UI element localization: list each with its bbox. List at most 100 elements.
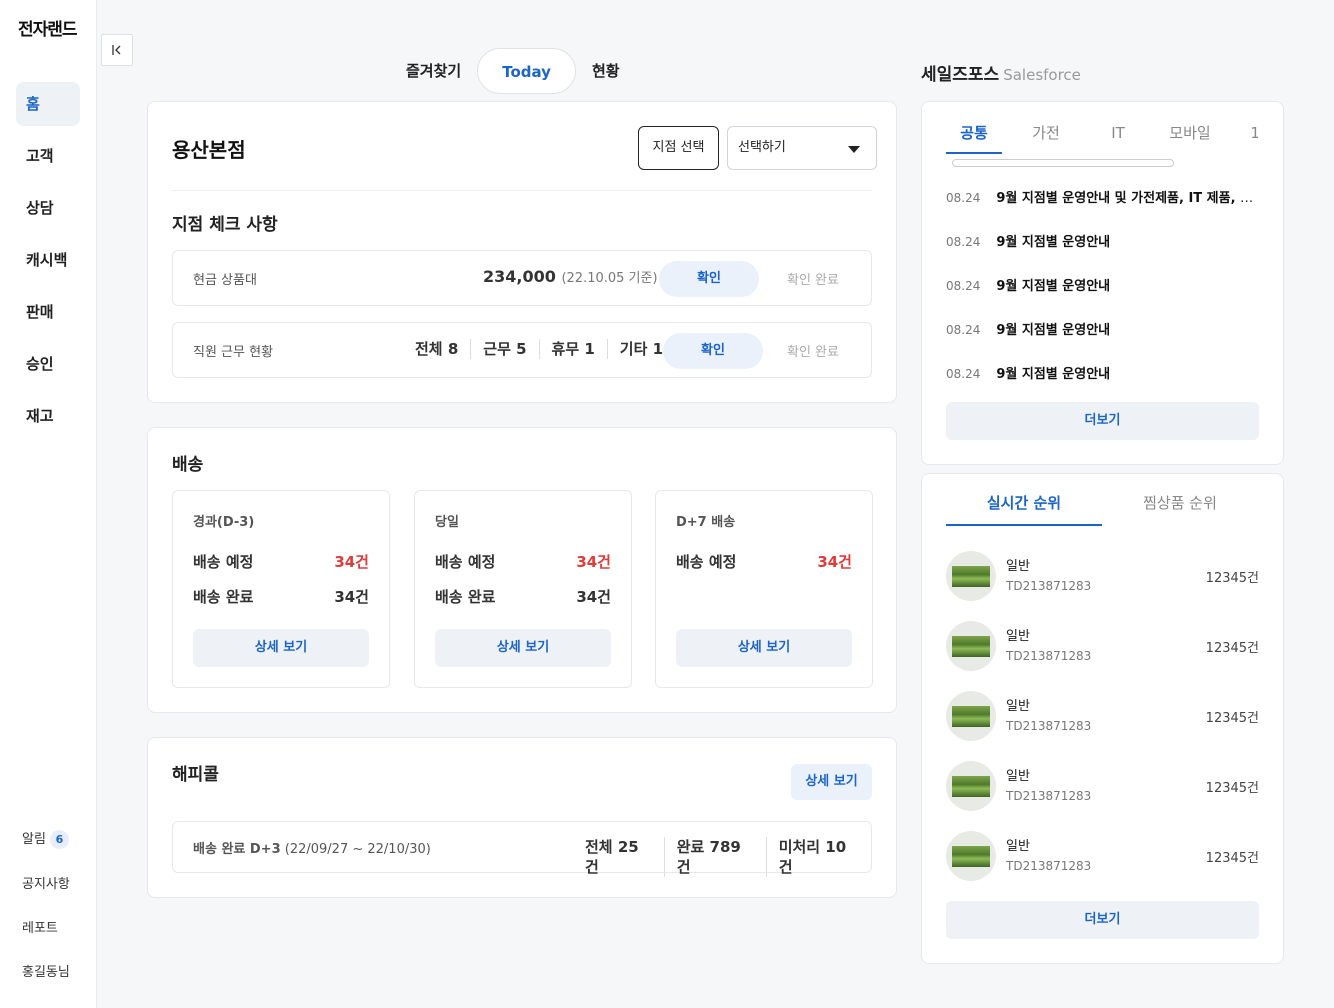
notice-item[interactable]: 08.24 9월 지점별 운영안내: [946, 232, 1258, 252]
tab-mobile[interactable]: 모바일: [1154, 122, 1226, 154]
rank-code: TD213871283: [1006, 649, 1092, 663]
sidebar-item-sales[interactable]: 판매: [16, 290, 80, 334]
tab-status[interactable]: 현황: [576, 48, 636, 94]
branch-title: 용산본점: [172, 138, 246, 162]
delivery-planned-line: 배송 예정 34건: [676, 551, 852, 572]
caret-down-icon: [848, 146, 860, 153]
happycall-stat-pending: 미처리 10건: [765, 837, 871, 877]
rank-code: TD213871283: [1006, 579, 1092, 593]
staff-label: 직원 근무 현황: [193, 345, 274, 360]
ranking-more-button[interactable]: 더보기: [946, 901, 1259, 939]
rank-name: 일반: [1006, 769, 1030, 784]
rank-count: 12345건: [1205, 571, 1259, 586]
sidebar-item-inventory[interactable]: 재고: [16, 394, 80, 438]
cash-label: 현금 상품대: [193, 273, 257, 288]
rank-item[interactable]: 일반 TD213871283 12345건: [946, 621, 1259, 673]
sidebar-item-cashback[interactable]: 캐시백: [16, 238, 80, 282]
delivery-detail-button[interactable]: 상세 보기: [676, 629, 852, 667]
rank-item[interactable]: 일반 TD213871283 12345건: [946, 551, 1259, 603]
sidebar-item-home[interactable]: 홈: [16, 82, 80, 126]
happycall-detail-button[interactable]: 상세 보기: [791, 764, 872, 800]
delivery-box-title: 당일: [435, 515, 459, 530]
staff-stat-off: 휴무 1: [538, 339, 607, 359]
delivery-title: 배송: [172, 455, 204, 475]
cash-date-note: (22.10.05 기준): [561, 271, 658, 286]
tab-today[interactable]: Today: [477, 48, 576, 94]
happycall-stats: 전체 25건 완료 789건 미처리 10건: [573, 837, 871, 877]
rank-code: TD213871283: [1006, 719, 1092, 733]
cash-row: 현금 상품대 234,000 (22.10.05 기준) 확인 확인 완료: [172, 250, 872, 306]
delivery-box-overdue: 경과(D-3) 배송 예정 34건 배송 완료 34건 상세 보기: [172, 490, 390, 688]
happycall-stat-total: 전체 25건: [585, 838, 639, 876]
done-count: 34건: [334, 588, 369, 606]
notice-date: 08.24: [946, 279, 981, 293]
rank-item[interactable]: 일반 TD213871283 12345건: [946, 691, 1259, 743]
tabs-scrollbar[interactable]: [952, 159, 1174, 167]
delivery-card: 배송 경과(D-3) 배송 예정 34건 배송 완료 34건 상세 보기 당일 배송…: [147, 427, 897, 713]
product-thumbnail: [946, 551, 996, 601]
branch-dropdown[interactable]: 선택하기: [727, 126, 877, 170]
notice-text: 9월 지점별 운영안내: [996, 367, 1111, 382]
tab-appliance[interactable]: 가전: [1010, 122, 1082, 154]
tab-wishlist-rank[interactable]: 찜상품 순위: [1102, 492, 1258, 526]
tab-it[interactable]: IT: [1082, 124, 1154, 156]
staff-confirm-button[interactable]: 확인: [663, 333, 763, 369]
rank-count: 12345건: [1205, 851, 1259, 866]
delivery-detail-button[interactable]: 상세 보기: [435, 629, 611, 667]
cash-done-button[interactable]: 확인 완료: [787, 269, 839, 288]
sidebar-report[interactable]: 레포트: [22, 917, 58, 936]
check-section-title: 지점 체크 사항: [172, 215, 278, 235]
rank-name: 일반: [1006, 629, 1030, 644]
sidebar-item-customer[interactable]: 고객: [16, 134, 80, 178]
happycall-card: 해피콜 상세 보기 배송 완료 D+3 (22/09/27 ~ 22/10/30…: [147, 737, 897, 898]
delivery-done-line: 배송 완료 34건: [193, 586, 369, 607]
rank-item[interactable]: 일반 TD213871283 12345건: [946, 831, 1259, 883]
product-thumbnail: [946, 761, 996, 811]
notice-text: 9월 지점별 운영안내: [996, 235, 1111, 250]
notice-date: 08.24: [946, 323, 981, 337]
notice-more-button[interactable]: 더보기: [946, 402, 1259, 440]
salesforce-title: 세일즈포스 Salesforce: [921, 60, 1081, 85]
branch-select-button[interactable]: 지점 선택: [638, 126, 719, 170]
notice-item[interactable]: 08.24 9월 지점별 운영안내: [946, 320, 1258, 340]
tab-branch[interactable]: 1지: [1226, 122, 1258, 154]
tab-realtime-rank[interactable]: 실시간 순위: [946, 492, 1102, 526]
tab-common[interactable]: 공통: [946, 122, 1002, 154]
happycall-label: 배송 완료 D+3: [193, 842, 281, 857]
delivery-box-d7: D+7 배송 배송 예정 34건 상세 보기: [655, 490, 873, 688]
app-logo[interactable]: 전자랜드: [18, 15, 78, 40]
staff-row: 직원 근무 현황 전체 8 근무 5 휴무 1 기타 1 확인 확인 완료: [172, 322, 872, 378]
done-label: 배송 완료: [193, 588, 254, 606]
rank-name: 일반: [1006, 839, 1030, 854]
rank-item[interactable]: 일반 TD213871283 12345건: [946, 761, 1259, 813]
notice-date: 08.24: [946, 367, 981, 381]
sidebar-notice[interactable]: 공지사항: [22, 873, 70, 892]
rank-count: 12345건: [1205, 641, 1259, 656]
cash-confirm-button[interactable]: 확인: [659, 261, 759, 297]
sidebar-alerts[interactable]: 알림 6: [22, 828, 69, 849]
staff-stats: 전체 8 근무 5 휴무 1 기타 1: [403, 339, 675, 359]
notice-date: 08.24: [946, 235, 981, 249]
sidebar-item-consult[interactable]: 상담: [16, 186, 80, 230]
ranking-card: 실시간 순위 찜상품 순위 일반 TD213871283 12345건 일반 T…: [921, 473, 1284, 964]
notice-item[interactable]: 08.24 9월 지점별 운영안내: [946, 364, 1258, 384]
notice-item[interactable]: 08.24 9월 지점별 운영안내: [946, 276, 1258, 296]
divider: [172, 190, 872, 191]
chevron-left-bar-icon: [112, 45, 121, 55]
sidebar-collapse-button[interactable]: [101, 34, 133, 66]
staff-done-button[interactable]: 확인 완료: [787, 341, 839, 360]
planned-label: 배송 예정: [193, 553, 254, 571]
sidebar-item-approval[interactable]: 승인: [16, 342, 80, 386]
delivery-box-title: D+7 배송: [676, 515, 736, 530]
delivery-detail-button[interactable]: 상세 보기: [193, 629, 369, 667]
notice-item[interactable]: 08.24 9월 지점별 운영안내 및 가전제품, IT 제품, 모바일 제품 안…: [946, 188, 1258, 208]
happycall-label-wrap: 배송 완료 D+3 (22/09/27 ~ 22/10/30): [193, 838, 431, 857]
happycall-row: 배송 완료 D+3 (22/09/27 ~ 22/10/30) 전체 25건 완…: [172, 821, 872, 877]
happycall-title: 해피콜: [172, 765, 219, 785]
sidebar-user[interactable]: 홍길동님: [22, 961, 70, 980]
branch-card: 용산본점 지점 선택 선택하기 지점 체크 사항 현금 상품대 234,000 …: [147, 101, 897, 403]
notice-text: 9월 지점별 운영안내: [996, 323, 1111, 338]
top-tabs: 즐겨찾기 Today 현황: [390, 48, 636, 94]
done-count: 34건: [576, 588, 611, 606]
tab-favorites[interactable]: 즐겨찾기: [390, 48, 477, 94]
